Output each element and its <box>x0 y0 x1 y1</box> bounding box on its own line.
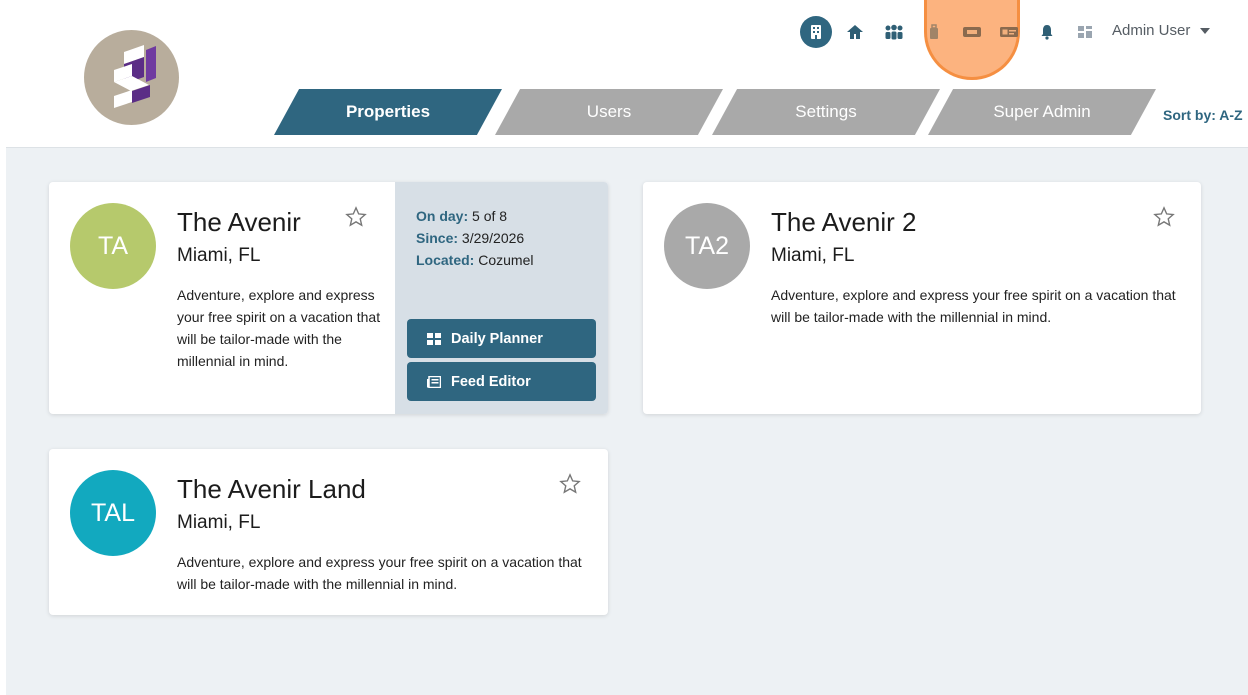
header: Admin User Properties Users Settings Sup… <box>6 0 1248 148</box>
id-card-icon[interactable] <box>997 20 1021 44</box>
favorite-star-icon[interactable] <box>1153 206 1175 228</box>
property-card[interactable]: TAL The Avenir Land Miami, FL Adventure,… <box>49 449 608 615</box>
luggage-icon[interactable] <box>922 20 946 44</box>
tab-properties[interactable]: Properties <box>274 89 502 135</box>
bell-icon[interactable] <box>1035 20 1059 44</box>
property-location: Miami, FL <box>177 245 261 266</box>
tab-users[interactable]: Users <box>495 89 723 135</box>
tab-settings[interactable]: Settings <box>712 89 940 135</box>
top-icon-bar <box>6 16 1248 48</box>
property-name: The Avenir <box>177 207 301 237</box>
tab-super-admin[interactable]: Super Admin <box>928 89 1156 135</box>
property-card[interactable]: TA2 The Avenir 2 Miami, FL Adventure, ex… <box>643 182 1201 414</box>
daily-planner-button[interactable]: Daily Planner <box>407 319 596 358</box>
app-frame: Admin User Properties Users Settings Sup… <box>6 0 1248 695</box>
property-card[interactable]: TA The Avenir Miami, FL Adventure, explo… <box>49 182 608 414</box>
located-label: Located: <box>416 252 475 268</box>
favorite-star-icon[interactable] <box>345 206 367 228</box>
caret-down-icon <box>1200 27 1211 34</box>
property-description: Adventure, explore and express your free… <box>177 287 381 369</box>
ticket-icon[interactable] <box>960 20 984 44</box>
avatar: TA2 <box>664 203 750 289</box>
user-menu[interactable]: Admin User <box>1112 22 1211 39</box>
daily-planner-label: Daily Planner <box>451 330 543 347</box>
tab-label: Settings <box>795 102 857 121</box>
feed-editor-label: Feed Editor <box>451 373 531 390</box>
property-description: Adventure, explore and express your free… <box>177 554 582 592</box>
property-name: The Avenir Land <box>177 474 366 504</box>
users-icon[interactable] <box>882 20 906 44</box>
on-day-value: 5 of 8 <box>472 208 508 224</box>
home-icon[interactable] <box>843 20 867 44</box>
favorite-star-icon[interactable] <box>559 473 581 495</box>
avatar: TAL <box>70 470 156 556</box>
feed-editor-button[interactable]: Feed Editor <box>407 362 596 401</box>
tab-label: Users <box>586 102 632 121</box>
property-details-panel: On day: 5 of 8 Since: 3/29/2026 Located:… <box>395 182 608 414</box>
building-icon[interactable] <box>800 16 832 48</box>
sort-selector[interactable]: Sort by: A-Z <box>1163 107 1243 123</box>
newspaper-icon <box>427 375 441 388</box>
dashboard-icon[interactable] <box>1073 20 1097 44</box>
planner-icon <box>427 332 441 345</box>
property-location: Miami, FL <box>771 245 855 266</box>
on-day-label: On day: <box>416 208 469 224</box>
avatar: TA <box>70 203 156 289</box>
property-description: Adventure, explore and express your free… <box>771 287 1176 325</box>
property-location: Miami, FL <box>177 512 261 533</box>
since-label: Since: <box>416 230 459 246</box>
located-value: Cozumel <box>478 252 534 268</box>
property-name: The Avenir 2 <box>771 207 917 237</box>
user-name: Admin User <box>1112 22 1191 39</box>
since-value: 3/29/2026 <box>461 230 525 246</box>
tab-label: Properties <box>345 102 431 121</box>
property-info: On day: 5 of 8 Since: 3/29/2026 Located:… <box>416 205 533 271</box>
tab-label: Super Admin <box>993 102 1091 121</box>
